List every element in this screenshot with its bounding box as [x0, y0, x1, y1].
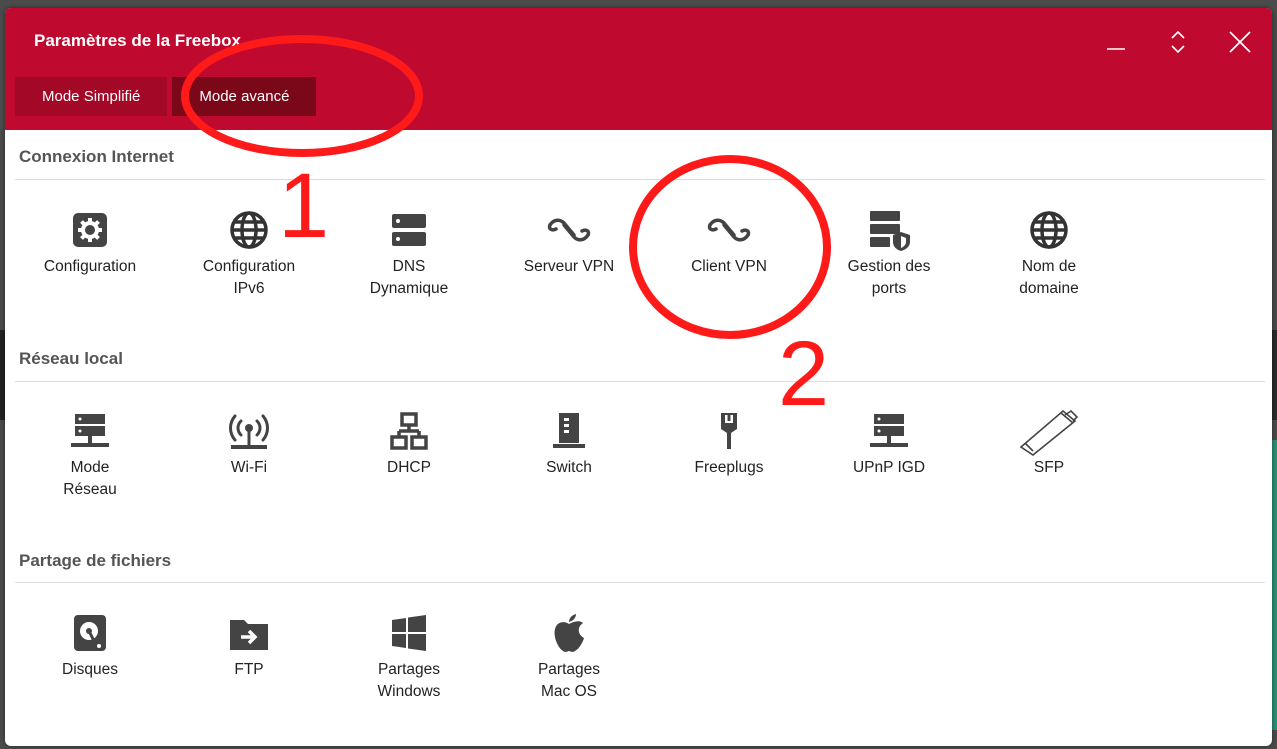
annotation-circle-1: [181, 35, 423, 157]
annotation-number-2: 2: [778, 323, 830, 425]
annotation-overlay: [181, 35, 831, 339]
annotation-number-1: 1: [278, 155, 330, 257]
annotation-circle-2: [629, 155, 831, 339]
